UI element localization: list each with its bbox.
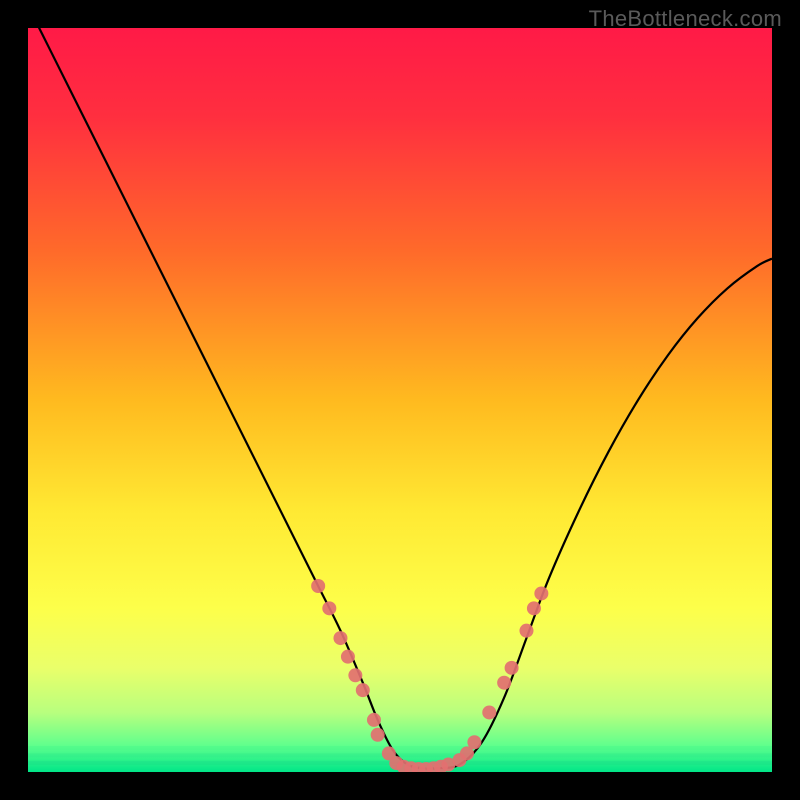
watermark-text: TheBottleneck.com [589, 6, 782, 32]
gradient-background [28, 28, 772, 772]
highlight-point [467, 735, 481, 749]
highlight-point [482, 705, 496, 719]
highlight-point [311, 579, 325, 593]
highlight-point [356, 683, 370, 697]
highlight-point [497, 676, 511, 690]
chart-container: TheBottleneck.com [0, 0, 800, 800]
highlight-point [371, 728, 385, 742]
highlight-point [333, 631, 347, 645]
highlight-point [527, 601, 541, 615]
highlight-point [348, 668, 362, 682]
plot-area [28, 28, 772, 772]
highlight-point [341, 650, 355, 664]
highlight-point [505, 661, 519, 675]
highlight-point [519, 624, 533, 638]
gradient-band [28, 746, 772, 750]
highlight-point [322, 601, 336, 615]
gradient-band [28, 753, 772, 757]
highlight-point [367, 713, 381, 727]
highlight-point [534, 586, 548, 600]
chart-svg [28, 28, 772, 772]
